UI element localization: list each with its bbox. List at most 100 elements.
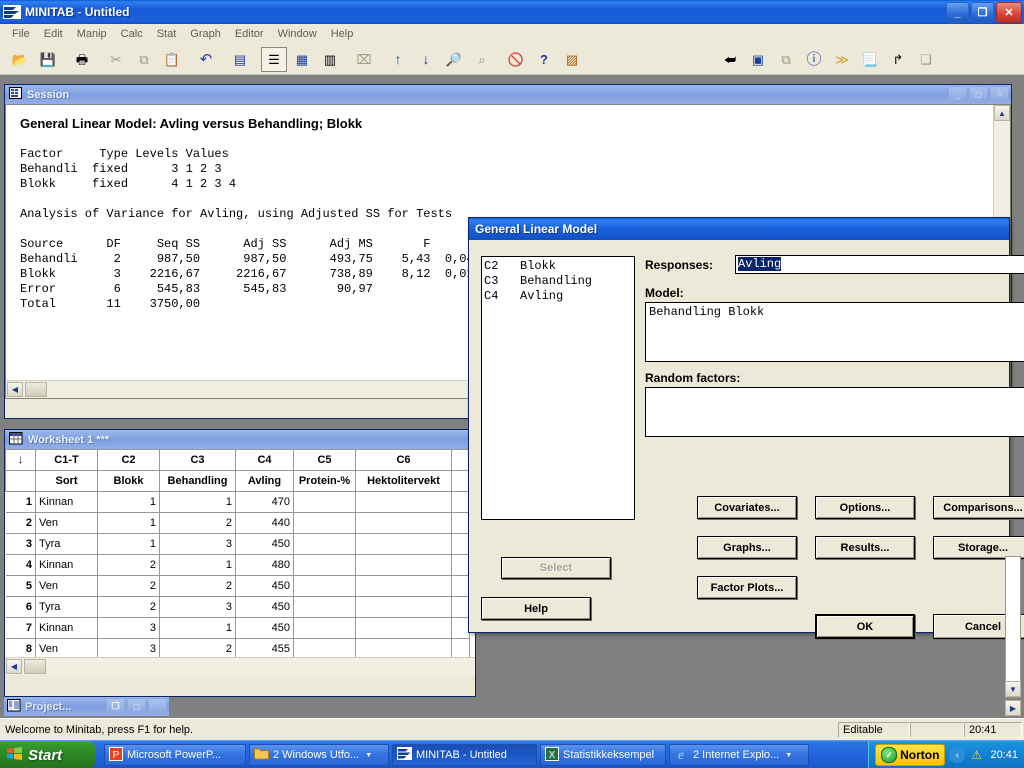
cell-blokk[interactable]: 1 xyxy=(97,491,160,513)
taskbar-item-excel[interactable]: X Statistikkeksempel xyxy=(540,744,666,766)
cell-behandling[interactable]: 3 xyxy=(159,596,236,618)
session-minimize-button[interactable]: _ xyxy=(948,86,967,103)
cell-sort[interactable]: Ven xyxy=(35,575,98,597)
cell-avling[interactable]: 450 xyxy=(235,617,294,639)
cell-behandling[interactable]: 2 xyxy=(159,512,236,534)
session-close-button[interactable]: ✕ xyxy=(990,86,1009,103)
scrollbar-thumb[interactable] xyxy=(25,382,47,397)
info-button[interactable]: ⓘ xyxy=(801,47,827,72)
project-manager-button[interactable]: ▤ xyxy=(227,47,253,72)
scroll-left-icon[interactable]: ◀ xyxy=(6,659,22,674)
scrollbar-thumb[interactable] xyxy=(24,659,46,674)
chevron-down-icon[interactable]: ▼ xyxy=(785,752,792,759)
cell-avling[interactable]: 440 xyxy=(235,512,294,534)
cell-behandling[interactable]: 3 xyxy=(159,533,236,555)
cell-avling[interactable]: 450 xyxy=(235,533,294,555)
find-next-button[interactable]: ⌕ xyxy=(469,47,495,72)
cell-avling[interactable]: 480 xyxy=(235,554,294,576)
taskbar-item-internet-explorer[interactable]: e 2 Internet Explo... ▼ xyxy=(669,744,809,766)
current-worksheet-button[interactable]: ▦ xyxy=(289,47,315,72)
select-all-corner[interactable]: ↓ xyxy=(5,449,36,471)
scroll-up-icon[interactable]: ▲ xyxy=(994,105,1010,121)
results-button[interactable]: Results... xyxy=(815,536,915,559)
menu-item-editor[interactable]: Editor xyxy=(228,26,271,42)
cell-protein[interactable] xyxy=(293,617,356,639)
main-title-bar[interactable]: MINITAB - Untitled _ ❐ ✕ xyxy=(0,0,1024,24)
cell-protein[interactable] xyxy=(293,533,356,555)
project-manager-window-minimized[interactable]: Project... ❐ □ ⌃ xyxy=(4,697,169,716)
tile-windows-button[interactable]: ▣ xyxy=(745,47,771,72)
project-maximize-button[interactable]: □ xyxy=(127,698,146,715)
cell-behandling[interactable]: 2 xyxy=(159,575,236,597)
cell-hektolitervekt[interactable] xyxy=(355,554,452,576)
cut-button[interactable]: ✂ xyxy=(103,47,129,72)
cell-sort[interactable]: Kinnan xyxy=(35,491,98,513)
cell-blokk[interactable]: 3 xyxy=(97,617,160,639)
worksheet-horizontal-scrollbar[interactable]: ◀ xyxy=(5,657,475,675)
cell-hektolitervekt[interactable] xyxy=(355,575,452,597)
norton-tray-button[interactable]: ✓ Norton xyxy=(875,744,946,766)
cell-sort[interactable]: Kinnan xyxy=(35,617,98,639)
cell-empty[interactable] xyxy=(451,491,470,513)
cell-behandling[interactable]: 1 xyxy=(159,617,236,639)
clock[interactable]: 20:41 xyxy=(990,749,1018,761)
column-header-c6[interactable]: C6 xyxy=(355,449,452,471)
menu-item-manip[interactable]: Manip xyxy=(70,26,114,42)
chevron-down-icon[interactable]: ▼ xyxy=(365,752,372,759)
find-button[interactable]: 🔎 xyxy=(441,47,467,72)
help-button[interactable]: Help xyxy=(481,597,591,620)
cancel-button[interactable]: 🚫 xyxy=(503,47,529,72)
cell-hektolitervekt[interactable] xyxy=(355,596,452,618)
cell-protein[interactable] xyxy=(293,575,356,597)
comparisons-button[interactable]: Comparisons... xyxy=(933,496,1024,519)
show-hidden-icons-button[interactable]: ‹ xyxy=(949,747,966,763)
cell-empty[interactable] xyxy=(451,575,470,597)
session-window-button[interactable]: ☰ xyxy=(261,46,287,72)
cell-sort[interactable]: Tyra xyxy=(35,596,98,618)
restore-button[interactable]: ❐ xyxy=(971,2,994,23)
undo-button[interactable]: ↶ xyxy=(193,47,219,72)
scroll-left-icon[interactable]: ◀ xyxy=(7,382,23,397)
list-item[interactable]: C3 Behandling xyxy=(484,274,634,289)
menu-item-window[interactable]: Window xyxy=(271,26,324,42)
move-down-button[interactable]: ↓ xyxy=(413,47,439,72)
cell-empty[interactable] xyxy=(451,617,470,639)
open-worksheet-button[interactable]: 📂 xyxy=(7,47,33,72)
cell-protein[interactable] xyxy=(293,512,356,534)
worksheet-title-bar[interactable]: Worksheet 1 *** xyxy=(5,430,475,449)
menu-item-edit[interactable]: Edit xyxy=(37,26,70,42)
cell-behandling[interactable]: 1 xyxy=(159,554,236,576)
paste-button[interactable]: 📋 xyxy=(159,47,185,72)
copy-button[interactable]: ⧉ xyxy=(131,47,157,72)
column-name-blokk[interactable]: Blokk xyxy=(97,470,160,492)
scroll-down-icon[interactable]: ▼ xyxy=(1005,681,1021,697)
column-name-behandling[interactable]: Behandling xyxy=(159,470,236,492)
cell-sort[interactable]: Tyra xyxy=(35,533,98,555)
cell-protein[interactable] xyxy=(293,596,356,618)
worksheet-grid[interactable]: ↓ C1-T C2 C3 C4 C5 C6 Sort Blokk Behandl… xyxy=(5,449,475,675)
edit-last-dialog-button[interactable]: ⮨ xyxy=(717,47,743,72)
cell-hektolitervekt[interactable] xyxy=(355,512,452,534)
responses-input[interactable]: Avling xyxy=(735,255,1024,274)
session-maximize-button[interactable]: □ xyxy=(969,86,988,103)
cascade-windows-button[interactable]: ⧉ xyxy=(773,47,799,72)
cell-avling[interactable]: 470 xyxy=(235,491,294,513)
menu-item-calc[interactable]: Calc xyxy=(114,26,150,42)
options-button[interactable]: Options... xyxy=(815,496,915,519)
column-header-c3[interactable]: C3 xyxy=(159,449,236,471)
help-button[interactable]: ? xyxy=(531,47,557,72)
column-name-avling[interactable]: Avling xyxy=(235,470,294,492)
taskbar-item-minitab[interactable]: MINITAB - Untitled xyxy=(392,744,537,766)
menu-item-help[interactable]: Help xyxy=(324,26,361,42)
minimize-button[interactable]: _ xyxy=(946,2,969,23)
close-all-graphs-button[interactable]: ⌧ xyxy=(351,47,377,72)
start-button[interactable]: Start xyxy=(0,741,96,768)
close-button[interactable]: ✕ xyxy=(996,2,1022,23)
cell-sort[interactable]: Kinnan xyxy=(35,554,98,576)
cell-empty[interactable] xyxy=(451,533,470,555)
dialog-title-bar[interactable]: General Linear Model xyxy=(469,218,1009,240)
taskbar-item-powerpoint[interactable]: P Microsoft PowerP... xyxy=(104,744,246,766)
cell-hektolitervekt[interactable] xyxy=(355,617,452,639)
column-name-sort[interactable]: Sort xyxy=(35,470,98,492)
cell-blokk[interactable]: 2 xyxy=(97,596,160,618)
